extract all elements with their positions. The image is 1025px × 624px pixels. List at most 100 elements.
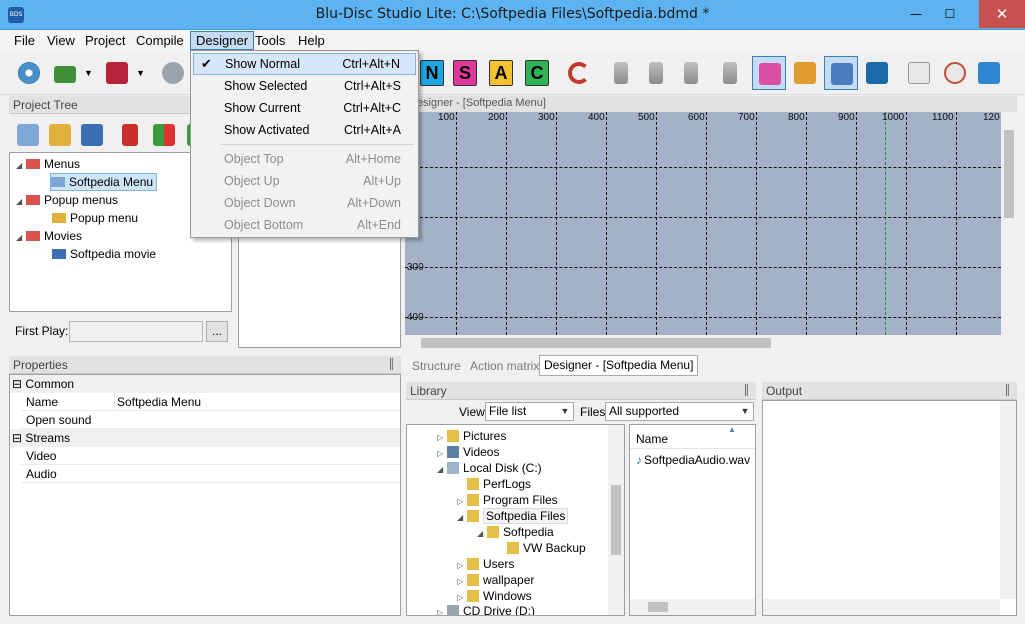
object-up-button[interactable] xyxy=(641,56,671,90)
column-name[interactable]: Name xyxy=(636,432,668,446)
files-select[interactable]: All supported ▼ xyxy=(605,402,754,421)
object-top-button[interactable] xyxy=(606,56,636,90)
chart-button[interactable] xyxy=(904,56,934,90)
tab-structure[interactable]: Structure xyxy=(408,356,465,376)
scroll-thumb[interactable] xyxy=(648,602,668,612)
navigation-icon xyxy=(866,62,888,84)
pin-icon[interactable]: ║ xyxy=(1004,382,1011,400)
output-hscrollbar[interactable] xyxy=(763,599,1000,615)
title-bar[interactable]: BDS Blu-Disc Studio Lite: C:\Softpedia F… xyxy=(0,0,1025,30)
designer-canvas[interactable]: 100 200 300 400 500 600 700 800 900 1000… xyxy=(405,112,1001,335)
view-select[interactable]: File list ▼ xyxy=(485,402,574,421)
view-mode-button[interactable] xyxy=(752,56,786,90)
menu-item-object-top[interactable]: Object Top Alt+Home xyxy=(193,148,416,170)
menu-item-show-activated[interactable]: Show Activated Ctrl+Alt+A xyxy=(193,119,416,141)
property-value[interactable]: Softpedia Menu xyxy=(114,393,201,411)
chevron-down-icon: ▼ xyxy=(84,68,93,78)
property-row-open-sound[interactable]: Open sound xyxy=(21,411,400,429)
menu-designer[interactable]: Designer xyxy=(190,31,255,50)
scroll-thumb[interactable] xyxy=(1004,130,1014,218)
folder-label: Local Disk (C:) xyxy=(463,461,542,475)
open-dropdown-button[interactable]: ▼ xyxy=(80,56,96,90)
ruler-label: 500 xyxy=(638,112,655,123)
delete-button[interactable] xyxy=(115,118,145,152)
grid-snap-button[interactable] xyxy=(824,56,858,90)
maximize-button[interactable]: ☐ xyxy=(933,0,967,28)
ruler-label: 1100 xyxy=(932,112,954,123)
folder-node[interactable]: ▷ CD Drive (D:) xyxy=(437,602,535,615)
object-down-button[interactable] xyxy=(676,56,706,90)
tab-action-matrix[interactable]: Action matrix xyxy=(466,356,543,376)
save-button[interactable] xyxy=(102,56,132,90)
show-normal-button[interactable]: N xyxy=(420,60,444,86)
pin-icon[interactable]: ║ xyxy=(743,382,750,400)
tree-node-softpedia-menu[interactable]: Softpedia Menu xyxy=(50,173,158,191)
show-current-button[interactable]: C xyxy=(525,60,549,86)
first-play-browse-button[interactable]: ... xyxy=(206,321,228,342)
property-row-audio[interactable]: Audio xyxy=(21,465,400,483)
property-row-name[interactable]: Name Softpedia Menu xyxy=(21,393,400,411)
connections-button[interactable] xyxy=(940,56,970,90)
menu-project[interactable]: Project xyxy=(80,31,130,50)
tree-node-popup-menus[interactable]: ◢ Popup menus xyxy=(16,191,118,209)
designer-hscrollbar[interactable] xyxy=(405,335,1001,351)
first-play-field[interactable] xyxy=(69,321,203,342)
navigation-button[interactable] xyxy=(862,56,892,90)
ruler-label: 200 xyxy=(488,112,505,123)
cubes-button[interactable] xyxy=(974,56,1004,90)
menu-help[interactable]: Help xyxy=(293,31,330,50)
property-category-common[interactable]: ⊟ Common xyxy=(10,375,400,393)
add-movie-button[interactable] xyxy=(77,118,107,152)
grid-line xyxy=(756,112,757,335)
property-category-streams[interactable]: ⊟ Streams xyxy=(10,429,400,447)
show-selected-button[interactable]: S xyxy=(453,60,477,86)
tree-node-movies[interactable]: ◢ Movies xyxy=(16,227,82,245)
show-activated-button[interactable]: A xyxy=(489,60,513,86)
menu-item-object-bottom[interactable]: Object Bottom Alt+End xyxy=(193,214,416,236)
menu-icon xyxy=(17,124,39,146)
menu-item-object-up[interactable]: Object Up Alt+Up xyxy=(193,170,416,192)
menu-item-show-current[interactable]: Show Current Ctrl+Alt+C xyxy=(193,97,416,119)
folder-icon xyxy=(26,194,40,205)
folder-tree-vscrollbar[interactable] xyxy=(608,425,624,615)
tree-node-popup-menu[interactable]: Popup menu xyxy=(52,209,138,227)
menu-file[interactable]: File xyxy=(9,31,40,50)
designer-vscrollbar[interactable] xyxy=(1001,112,1017,335)
lock-button[interactable] xyxy=(790,56,820,90)
file-name: SoftpediaAudio.wav xyxy=(644,453,751,467)
object-up-icon xyxy=(649,62,663,84)
save-dropdown-button[interactable]: ▼ xyxy=(132,56,148,90)
menu-item-show-normal[interactable]: ✔ Show Normal Ctrl+Alt+N xyxy=(193,53,416,75)
pin-icon[interactable]: ║ xyxy=(388,356,395,374)
menu-item-show-selected[interactable]: Show Selected Ctrl+Alt+S xyxy=(193,75,416,97)
move-up-button[interactable] xyxy=(149,118,179,152)
add-menu-button[interactable] xyxy=(13,118,43,152)
folder-label: PerfLogs xyxy=(483,477,532,491)
tree-node-menus[interactable]: ◢ Menus xyxy=(16,155,80,173)
object-down-icon xyxy=(684,62,698,84)
open-button[interactable] xyxy=(50,56,80,90)
output-vscrollbar[interactable] xyxy=(1000,401,1016,599)
menu-compile[interactable]: Compile xyxy=(131,31,189,50)
minimize-button[interactable]: — xyxy=(899,0,933,28)
scroll-thumb[interactable] xyxy=(421,338,771,348)
scroll-thumb[interactable] xyxy=(611,485,621,555)
close-button[interactable]: ✕ xyxy=(979,0,1025,28)
property-row-video[interactable]: Video xyxy=(21,447,400,465)
tab-designer[interactable]: Designer - [Softpedia Menu] xyxy=(539,355,699,376)
file-list-hscrollbar[interactable] xyxy=(630,599,755,615)
grid-line xyxy=(906,112,907,335)
grid-snap-icon xyxy=(831,63,853,85)
menu-tools[interactable]: Tools xyxy=(250,31,290,50)
add-popup-button[interactable] xyxy=(45,118,75,152)
file-item[interactable]: ♪ SoftpediaAudio.wav xyxy=(636,451,750,469)
file-list-header[interactable]: Name ▲ xyxy=(630,425,755,449)
settings-button[interactable] xyxy=(158,56,188,90)
drive-icon xyxy=(447,461,459,474)
menu-item-object-down[interactable]: Object Down Alt+Down xyxy=(193,192,416,214)
disc-button[interactable] xyxy=(14,56,44,90)
tree-node-softpedia-movie[interactable]: Softpedia movie xyxy=(52,245,156,263)
menu-view[interactable]: View xyxy=(42,31,80,50)
object-bottom-button[interactable] xyxy=(715,56,745,90)
undo-button[interactable] xyxy=(564,56,594,90)
